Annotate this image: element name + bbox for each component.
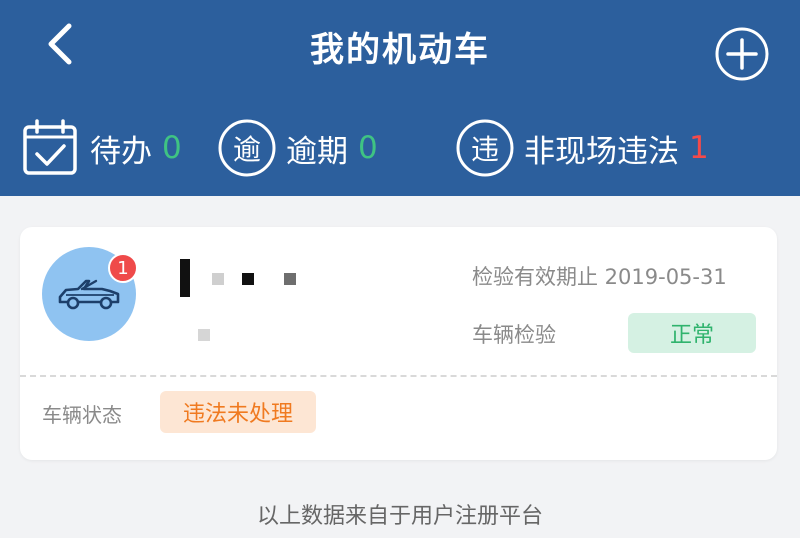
stat-violation-count: 1 xyxy=(689,130,709,166)
card-divider xyxy=(20,375,777,377)
page-title: 我的机动车 xyxy=(310,30,490,70)
calendar-check-icon xyxy=(23,119,77,175)
vehicle-status-badge: 违法未处理 xyxy=(160,391,316,433)
stats-bar: 待办 0 逾 逾期 0 违 非现场违法 1 xyxy=(0,110,800,186)
stat-todo[interactable]: 待办 0 xyxy=(20,110,182,186)
svg-text:违: 违 xyxy=(471,133,499,166)
violation-icon: 违 xyxy=(456,119,514,177)
inspection-label: 车辆检验 xyxy=(472,323,556,347)
svg-text:逾: 逾 xyxy=(233,133,261,166)
violation-count-badge: 1 xyxy=(108,253,138,283)
stat-overdue-label: 逾期 xyxy=(286,133,348,170)
stat-overdue-count: 0 xyxy=(358,130,378,166)
stat-violation-label: 非现场违法 xyxy=(524,133,679,170)
plate-number-redacted xyxy=(180,259,340,349)
data-source-note: 以上数据来自于用户注册平台 xyxy=(256,504,543,529)
inspection-expiry: 检验有效期止 2019-05-31 xyxy=(472,265,727,289)
add-vehicle-button[interactable] xyxy=(714,26,770,82)
car-icon xyxy=(58,279,120,310)
vehicle-status-label: 车辆状态 xyxy=(42,403,122,427)
app-header: 我的机动车 待办 0 逾 逾期 0 违 非现场违法 1 xyxy=(0,0,800,196)
overdue-icon: 逾 xyxy=(218,119,276,177)
plus-circle-icon xyxy=(715,27,769,81)
vehicle-card[interactable]: 1 检验有效期止 2019-05-31 车辆检验 正常 车辆状态 违法未处理 xyxy=(20,227,777,460)
stat-violation[interactable]: 违 非现场违法 1 xyxy=(454,110,709,186)
stat-todo-count: 0 xyxy=(162,130,182,166)
inspection-status-badge: 正常 xyxy=(628,313,756,353)
stat-overdue[interactable]: 逾 逾期 0 xyxy=(216,110,378,186)
stat-todo-label: 待办 xyxy=(90,133,152,170)
